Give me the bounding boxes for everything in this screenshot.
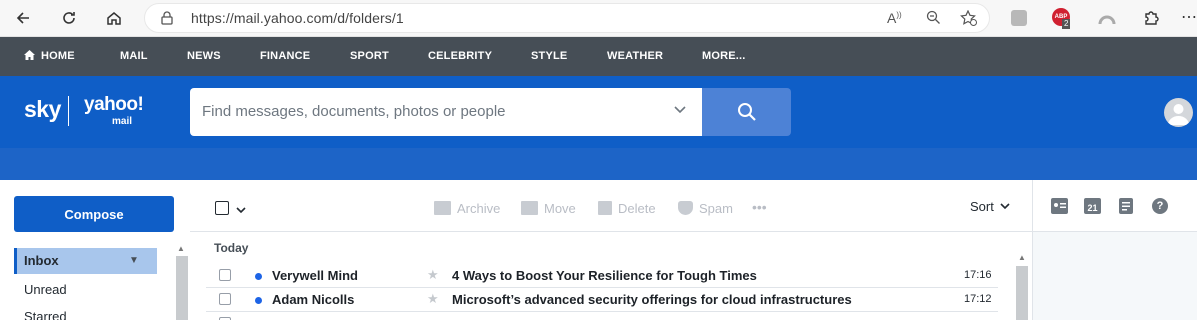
folder-sidebar: Compose Inbox ▼ Unread Starred ▲	[0, 180, 190, 320]
nav-mail[interactable]: MAIL	[120, 50, 148, 62]
extension-arc-icon[interactable]	[1096, 7, 1118, 29]
folder-unread[interactable]: Unread	[14, 277, 157, 303]
row-checkbox[interactable]	[219, 269, 231, 281]
archive-button[interactable]: Archive	[434, 201, 500, 216]
move-icon	[521, 201, 538, 215]
delete-button[interactable]: Delete	[598, 201, 656, 216]
compose-button[interactable]: Compose	[14, 196, 174, 232]
url-text[interactable]: https://mail.yahoo.com/d/folders/1	[191, 10, 404, 26]
more-actions-icon[interactable]: •••	[752, 199, 767, 215]
message-list-pane: Archive Move Delete Spam ••• Sort Today …	[190, 180, 1032, 320]
browser-menu-icon[interactable]: ⋯	[1178, 7, 1197, 29]
lock-icon	[161, 11, 173, 28]
spam-button[interactable]: Spam	[678, 201, 733, 216]
sender: Verywell Mind	[272, 268, 358, 283]
notepad-icon[interactable]	[1119, 198, 1133, 214]
subject: 4 Ways to Boost Your Resilience for Toug…	[452, 268, 757, 283]
mail-header: sky yahoo! mail Find messages, documents…	[0, 76, 1197, 148]
timestamp: 17:12	[964, 293, 992, 305]
star-icon[interactable]: ★	[427, 291, 439, 307]
sort-chevron-icon	[1000, 203, 1011, 210]
folder-starred[interactable]: Starred	[14, 304, 157, 320]
avatar[interactable]	[1164, 98, 1193, 127]
calendar-icon[interactable]: 21	[1084, 198, 1101, 214]
zoom-icon[interactable]	[926, 10, 941, 28]
add-favorite-icon[interactable]	[960, 9, 977, 29]
timestamp: 17:16	[964, 269, 992, 281]
delete-icon	[598, 201, 612, 215]
sender: Adam Nicolls	[272, 292, 355, 307]
back-arrow-icon[interactable]	[12, 7, 34, 29]
help-icon[interactable]: ?	[1152, 198, 1168, 214]
subject: Microsoft’s advanced security offerings …	[452, 292, 852, 307]
search-box[interactable]: Find messages, documents, photos or peop…	[190, 88, 702, 136]
star-icon[interactable]: ★	[427, 267, 439, 283]
contacts-icon[interactable]	[1051, 198, 1068, 214]
rail-toolbar: 21 ?	[1033, 180, 1197, 232]
extension-puzzle-grey-icon[interactable]	[1008, 7, 1030, 29]
nav-more[interactable]: MORE...	[702, 50, 746, 62]
search-button[interactable]	[702, 88, 791, 136]
nav-style[interactable]: STYLE	[531, 50, 567, 62]
header-sub-bar	[0, 148, 1197, 180]
table-row[interactable]: Adam Nicolls ★ Microsoft’s advanced secu…	[206, 288, 998, 312]
select-options-chevron-icon[interactable]	[236, 201, 246, 219]
folder-inbox[interactable]: Inbox ▼	[14, 248, 157, 274]
search-placeholder[interactable]: Find messages, documents, photos or peop…	[202, 103, 506, 120]
spam-shield-icon	[678, 201, 693, 215]
message-toolbar: Archive Move Delete Spam ••• Sort	[190, 180, 1032, 232]
adblock-extension-icon[interactable]: ABP 2	[1051, 7, 1073, 29]
extension-badge-count: 2	[1062, 19, 1071, 29]
sidebar-scroll-up-icon[interactable]: ▲	[177, 244, 185, 253]
search-icon	[737, 103, 756, 121]
nav-weather[interactable]: WEATHER	[607, 50, 663, 62]
table-row[interactable]	[206, 312, 998, 320]
move-button[interactable]: Move	[521, 201, 576, 216]
inbox-dropdown-icon[interactable]: ▼	[129, 248, 139, 274]
home-nav-icon	[24, 50, 35, 60]
read-aloud-icon[interactable]: A))	[887, 10, 902, 26]
site-nav-bar: HOME MAIL NEWS FINANCE SPORT CELEBRITY S…	[0, 37, 1197, 76]
logo-sky[interactable]: sky	[24, 96, 61, 123]
list-scroll-up-icon[interactable]: ▲	[1018, 253, 1026, 262]
nav-news[interactable]: NEWS	[187, 50, 221, 62]
nav-celebrity[interactable]: CELEBRITY	[428, 50, 492, 62]
sort-button[interactable]: Sort	[970, 199, 1011, 214]
logo-yahoo[interactable]: yahoo!	[84, 94, 144, 116]
message-list-scrollbar[interactable]	[1016, 266, 1028, 320]
logo-mail: mail	[112, 116, 133, 127]
right-rail: 21 ?	[1032, 180, 1197, 320]
home-icon[interactable]	[103, 7, 125, 29]
nav-home[interactable]: HOME	[24, 50, 75, 62]
unread-dot[interactable]	[255, 297, 262, 304]
nav-sport[interactable]: SPORT	[350, 50, 389, 62]
select-all-checkbox[interactable]	[215, 201, 229, 215]
table-row[interactable]: Verywell Mind ★ 4 Ways to Boost Your Res…	[206, 264, 998, 288]
sidebar-scrollbar[interactable]	[176, 256, 188, 320]
archive-icon	[434, 201, 451, 215]
row-checkbox[interactable]	[219, 293, 231, 305]
refresh-icon[interactable]	[58, 7, 80, 29]
address-bar[interactable]: https://mail.yahoo.com/d/folders/1 A))	[144, 3, 990, 33]
search-options-chevron-icon[interactable]	[674, 101, 686, 117]
logo-divider	[68, 96, 69, 126]
date-group-label: Today	[214, 241, 249, 255]
extensions-puzzle-icon[interactable]	[1140, 7, 1162, 29]
unread-dot[interactable]	[255, 273, 262, 280]
nav-finance[interactable]: FINANCE	[260, 50, 310, 62]
browser-toolbar: https://mail.yahoo.com/d/folders/1 A)) A…	[0, 0, 1197, 37]
